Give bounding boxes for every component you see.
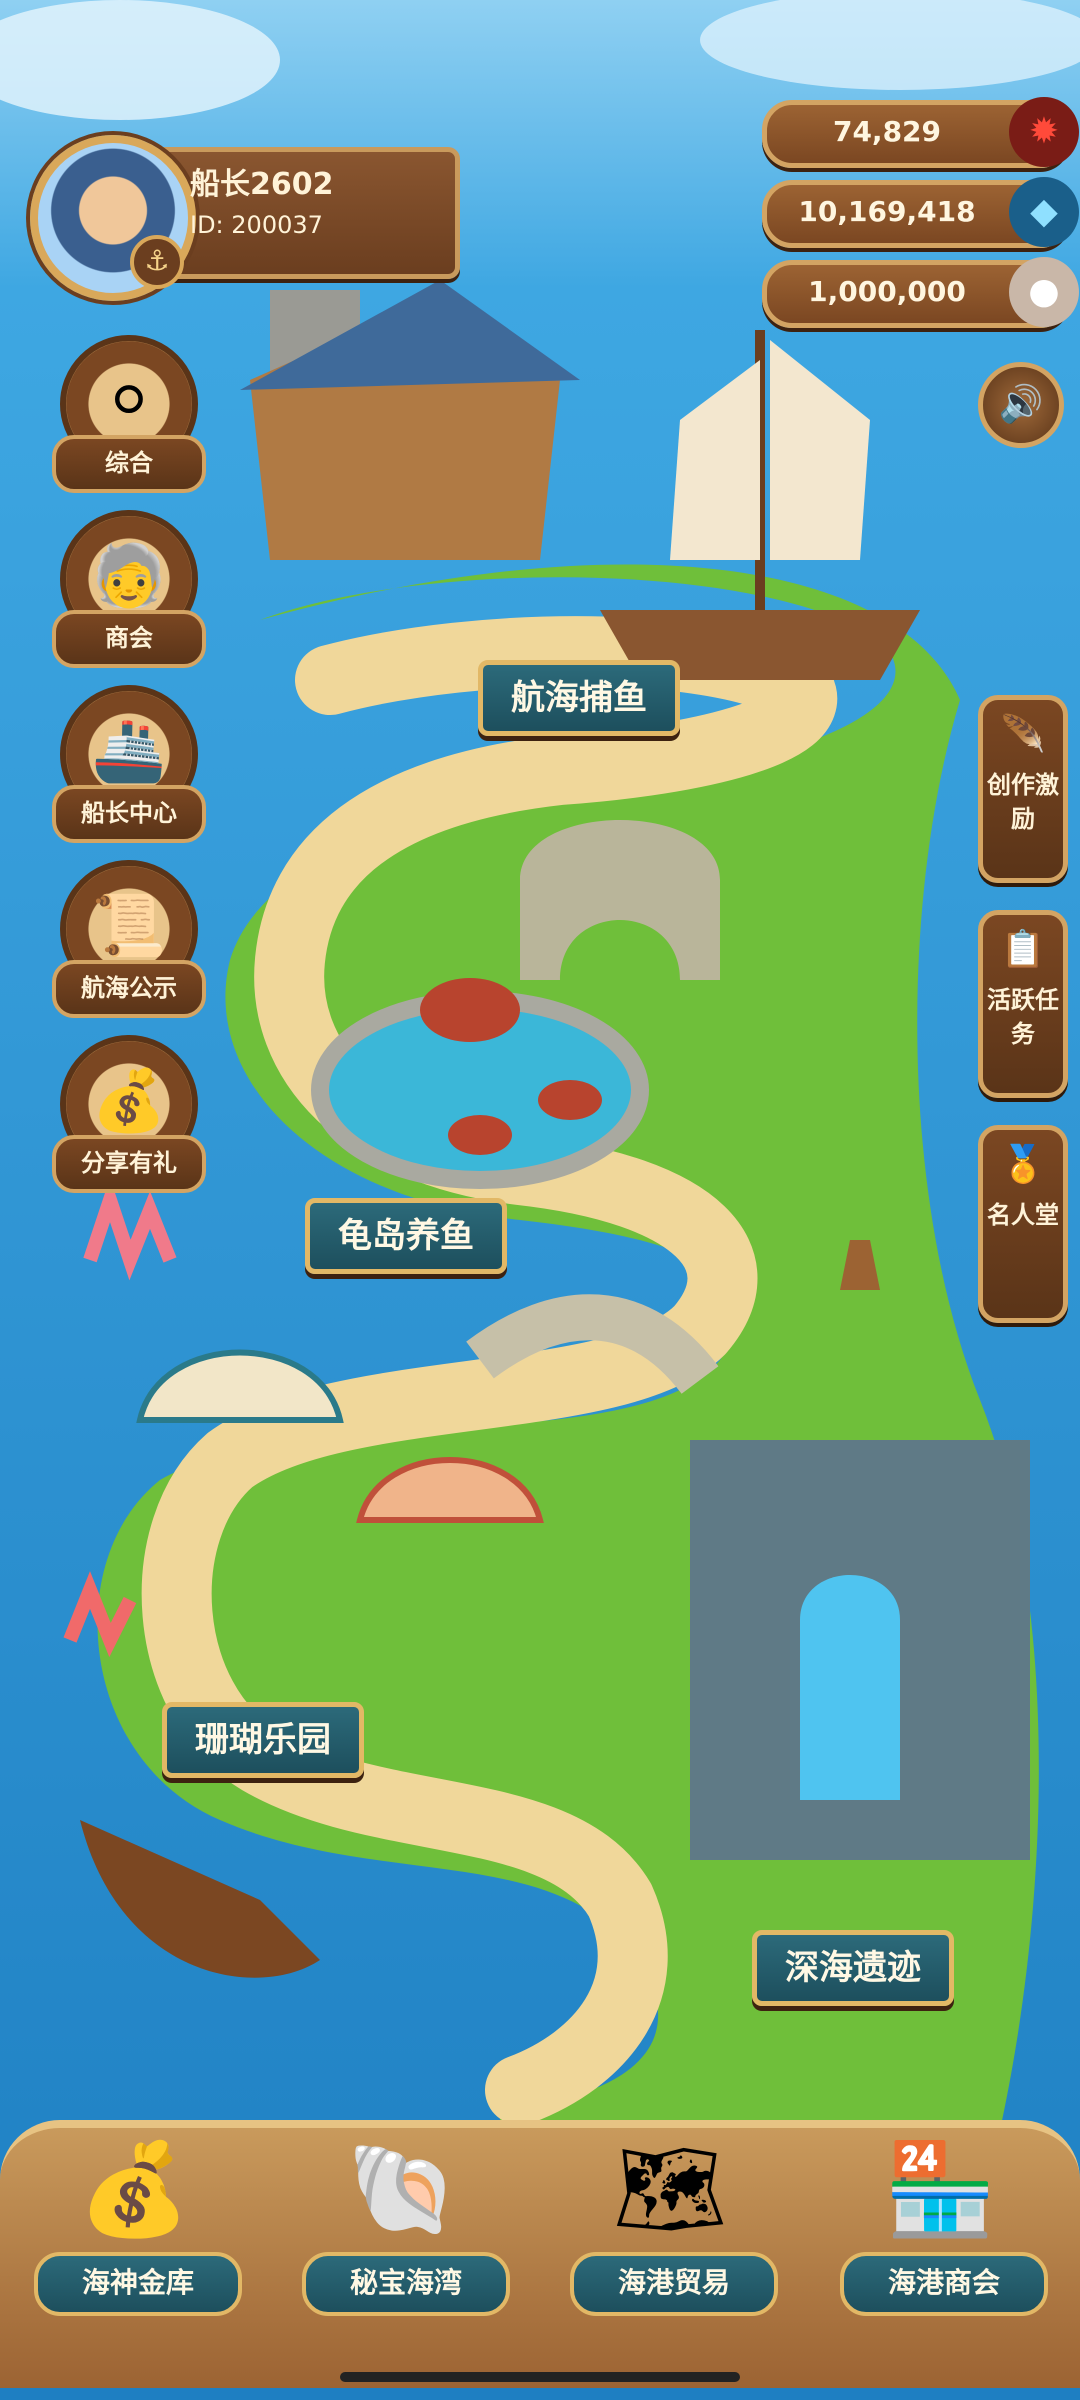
harbor-shop-icon: 🏪 bbox=[883, 2137, 997, 2242]
menu-notice-button[interactable]: 📜 航海公示 bbox=[52, 860, 206, 1020]
menu-general-label: 综合 bbox=[52, 435, 206, 493]
creator-incentive-label: 创作激励 bbox=[987, 771, 1059, 833]
menu-share-gift-label: 分享有礼 bbox=[52, 1135, 206, 1193]
menu-captain-center-label: 船长中心 bbox=[52, 785, 206, 843]
menu-general-button[interactable]: ⚪ 综合 bbox=[52, 335, 206, 495]
player-name: 船长2602 bbox=[190, 167, 334, 202]
pearl-clam-icon: 🐚 bbox=[345, 2137, 459, 2242]
zone-coral-park[interactable]: 珊瑚乐园 bbox=[162, 1702, 364, 1778]
menu-notice-label: 航海公示 bbox=[52, 960, 206, 1018]
speaker-icon: 🔊 bbox=[998, 384, 1044, 425]
menu-guild-label: 商会 bbox=[52, 610, 206, 668]
turtle bbox=[420, 978, 520, 1042]
crystal-amount: 10,169,418 bbox=[798, 195, 976, 228]
coral-currency[interactable]: 74,829 ✹ bbox=[762, 97, 1079, 168]
gold-chest-icon: 💰 bbox=[77, 2137, 191, 2242]
nav-treasure-bay-label: 秘宝海湾 bbox=[302, 2252, 510, 2316]
coral-amount: 74,829 bbox=[832, 115, 942, 148]
pearl-shell-icon: ● bbox=[1009, 257, 1079, 327]
menu-share-gift-button[interactable]: 💰 分享有礼 bbox=[52, 1035, 206, 1195]
nav-vault-label: 海神金库 bbox=[34, 2252, 242, 2316]
game-screen: ⚓ 船长2602 ID: 200037 74,829 ✹ 10,169,418 … bbox=[0, 0, 1080, 2400]
pearl-currency[interactable]: 1,000,000 ● bbox=[762, 257, 1079, 328]
nav-harbor-trade-button[interactable]: 🗺 海港贸易 bbox=[560, 2120, 780, 2340]
anchor-icon: ⚓ bbox=[130, 235, 184, 289]
feather-quill-icon: 🪶 bbox=[1000, 714, 1046, 755]
hall-of-fame-label: 名人堂 bbox=[987, 1201, 1059, 1229]
active-tasks-label: 活跃任务 bbox=[987, 986, 1059, 1048]
red-coral-icon: ✹ bbox=[1009, 97, 1079, 167]
nav-harbor-trade-label: 海港贸易 bbox=[570, 2252, 778, 2316]
task-scroll-icon: 📋 bbox=[1000, 929, 1046, 970]
home-indicator[interactable] bbox=[340, 2372, 740, 2382]
trade-map-icon: 🗺 bbox=[612, 2137, 728, 2242]
nav-harbor-shop-label: 海港商会 bbox=[840, 2252, 1048, 2316]
player-id: ID: 200037 bbox=[190, 211, 323, 239]
zone-fishing[interactable]: 航海捕鱼 bbox=[478, 660, 680, 736]
menu-captain-center-button[interactable]: 🚢 船长中心 bbox=[52, 685, 206, 845]
zone-deep-sea-ruins[interactable]: 深海遗迹 bbox=[752, 1930, 954, 2006]
hall-of-fame-icon: 🏅 bbox=[1000, 1144, 1046, 1185]
creator-incentive-button[interactable]: 🪶 创作激励 bbox=[978, 695, 1068, 883]
crystal-currency[interactable]: 10,169,418 ◆ bbox=[762, 177, 1079, 248]
sound-toggle-button[interactable]: 🔊 bbox=[978, 362, 1064, 448]
menu-guild-button[interactable]: 🧓 商会 bbox=[52, 510, 206, 670]
nav-treasure-bay-button[interactable]: 🐚 秘宝海湾 bbox=[292, 2120, 512, 2340]
turtle bbox=[448, 1115, 512, 1155]
zone-turtle-island[interactable]: 龟岛养鱼 bbox=[305, 1198, 507, 1274]
active-tasks-button[interactable]: 📋 活跃任务 bbox=[978, 910, 1068, 1098]
player-profile[interactable]: ⚓ 船长2602 ID: 200037 bbox=[30, 135, 460, 301]
pearl-amount: 1,000,000 bbox=[808, 275, 966, 308]
hall-of-fame-button[interactable]: 🏅 名人堂 bbox=[978, 1125, 1068, 1323]
nav-vault-button[interactable]: 💰 海神金库 bbox=[24, 2120, 244, 2340]
nav-harbor-shop-button[interactable]: 🏪 海港商会 bbox=[830, 2120, 1050, 2340]
blue-crystal-icon: ◆ bbox=[1009, 177, 1079, 247]
turtle bbox=[538, 1080, 602, 1120]
portal bbox=[800, 1575, 900, 1800]
